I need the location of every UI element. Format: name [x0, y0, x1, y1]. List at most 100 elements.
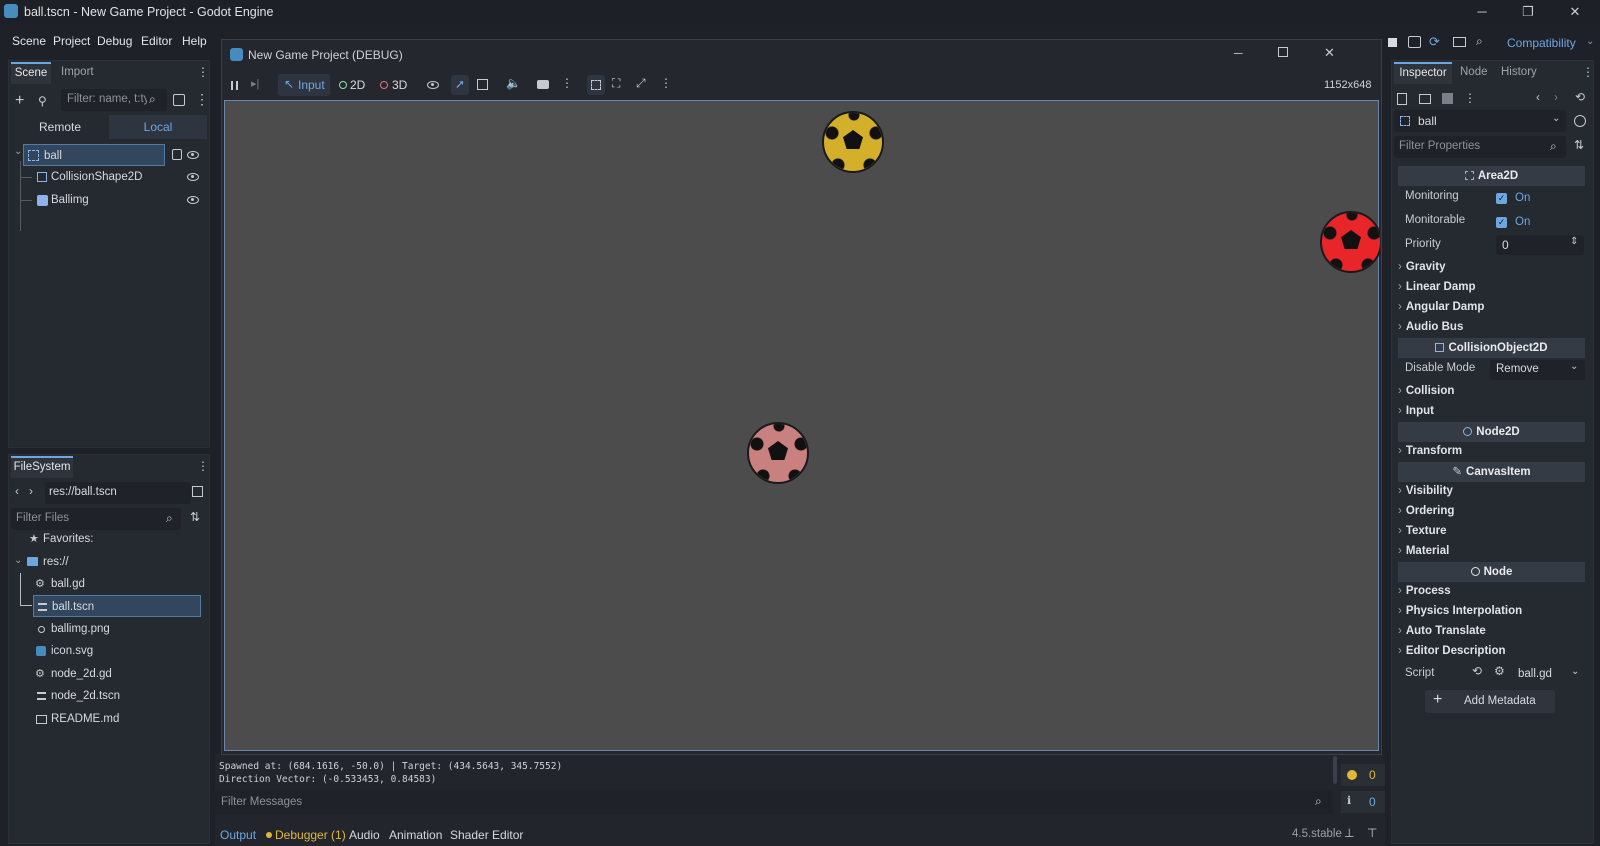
property-filter-input[interactable]: Filter Properties ⌕ — [1394, 136, 1566, 158]
file-node-2d-gd[interactable]: ⚙ node_2d.gd — [33, 663, 201, 685]
dock-menu-icon[interactable]: ⋮ — [197, 459, 209, 473]
expand-panel-icon[interactable]: ⊤ — [1367, 826, 1377, 840]
category-area2d[interactable]: Area2D — [1398, 166, 1585, 186]
speaker-icon[interactable]: 🔈 — [506, 76, 521, 90]
path-field[interactable]: res://ball.tscn — [45, 482, 191, 504]
history-icon[interactable]: ⟲ — [1575, 90, 1585, 104]
visibility-eye-icon[interactable] — [187, 173, 199, 181]
scene-filter-input[interactable]: Filter: name, t:ty ⌕ — [61, 89, 167, 111]
menu-scene[interactable]: Scene — [12, 34, 46, 48]
section-transform[interactable]: Transform — [1398, 442, 1585, 461]
fullscreen-icon[interactable]: ⛶ — [612, 76, 620, 91]
tab-animation[interactable]: Animation — [389, 828, 442, 842]
mode-3d-button[interactable]: 3D — [392, 78, 407, 92]
section-input[interactable]: Input — [1398, 402, 1585, 421]
message-filter-input[interactable]: Filter Messages ⌕ — [215, 790, 1333, 814]
minimize-icon[interactable]: ─ — [1467, 2, 1497, 22]
pin-icon[interactable]: ⊥ — [1344, 826, 1354, 840]
tab-debugger[interactable]: Debugger (1) — [275, 828, 346, 842]
camera-icon[interactable] — [537, 80, 549, 89]
menu-project[interactable]: Project — [53, 34, 90, 48]
tab-import[interactable]: Import — [61, 66, 94, 78]
maximize-icon[interactable] — [1278, 47, 1288, 57]
renderer-select[interactable]: Compatibility — [1507, 36, 1576, 50]
pause-icon[interactable] — [231, 81, 238, 90]
visibility-eye-icon[interactable] — [427, 81, 439, 89]
forward-arrow-icon[interactable]: › — [29, 484, 33, 498]
minimize-icon[interactable]: ─ — [1234, 46, 1243, 60]
tab-node[interactable]: Node — [1460, 66, 1488, 78]
tab-inspector[interactable]: Inspector — [1394, 62, 1452, 84]
chevron-down-icon[interactable]: ⌄ — [1571, 666, 1579, 677]
disable-mode-select[interactable]: Remove ⌄ — [1490, 360, 1585, 380]
file-ball-gd[interactable]: ⚙ ball.gd — [33, 573, 201, 595]
errors-counter[interactable]: ℹ 0 — [1341, 791, 1385, 813]
section-linear-damp[interactable]: Linear Damp — [1398, 278, 1585, 297]
section-collision[interactable]: Collision — [1398, 382, 1585, 401]
section-ordering[interactable]: Ordering — [1398, 502, 1585, 521]
tab-scene[interactable]: Scene — [11, 62, 51, 84]
collapse-arrow-icon[interactable]: ⌄ — [14, 146, 22, 157]
add-node-icon[interactable]: + — [15, 92, 24, 110]
section-editor-description[interactable]: Editor Description — [1398, 642, 1585, 661]
priority-spinbox[interactable]: 0 ⇕ — [1496, 235, 1584, 255]
more-icon[interactable]: ⋮ — [561, 76, 573, 90]
reload-icon[interactable]: ⟳ — [1429, 34, 1440, 50]
local-button[interactable]: Local — [109, 115, 207, 139]
next-frame-icon[interactable]: ▸| — [251, 77, 259, 90]
visibility-eye-icon[interactable] — [187, 151, 199, 159]
mode-2d-button[interactable]: 2D — [350, 78, 365, 92]
zoom-icon[interactable]: ⌕ — [1476, 34, 1483, 49]
gear-icon[interactable]: ⚙ — [1494, 664, 1505, 678]
close-icon[interactable]: ✕ — [1324, 45, 1335, 61]
tab-history[interactable]: History — [1501, 66, 1537, 78]
split-view-icon[interactable] — [192, 486, 203, 497]
category-node[interactable]: Node — [1398, 562, 1585, 582]
section-gravity[interactable]: Gravity — [1398, 258, 1585, 277]
attached-script-icon[interactable] — [172, 149, 182, 160]
sort-icon[interactable]: ⇅ — [190, 510, 200, 524]
remote-button[interactable]: Remote — [11, 115, 109, 139]
game-viewport[interactable] — [224, 100, 1380, 751]
dock-menu-icon[interactable]: ⋮ — [1582, 65, 1594, 79]
object-settings-icon[interactable] — [1574, 115, 1586, 127]
more-icon[interactable]: ⋮ — [1464, 91, 1476, 105]
tree-node-ballimg[interactable]: Ballimg — [33, 189, 173, 211]
select-tool-button[interactable]: ➚ — [451, 75, 469, 95]
favorites-row[interactable]: ★ Favorites: — [29, 528, 199, 550]
output-scrollbar[interactable] — [1333, 756, 1337, 784]
section-angular-damp[interactable]: Angular Damp — [1398, 298, 1585, 317]
more-icon[interactable]: ⋮ — [660, 76, 672, 90]
script-icon[interactable] — [173, 94, 185, 106]
stop-icon[interactable] — [1388, 38, 1397, 47]
category-collisionobject2d[interactable]: CollisionObject2D — [1398, 338, 1585, 358]
new-resource-icon[interactable] — [1397, 93, 1407, 105]
tree-node-collisionshape2d[interactable]: CollisionShape2D — [33, 166, 173, 188]
filter-options-icon[interactable]: ⇅ — [1574, 138, 1584, 152]
visibility-eye-icon[interactable] — [187, 196, 199, 204]
forward-arrow-icon[interactable]: › — [1554, 90, 1558, 104]
menu-debug[interactable]: Debug — [97, 34, 132, 48]
input-mode-button[interactable]: ↖ Input — [278, 74, 330, 96]
menu-help[interactable]: Help — [182, 34, 207, 48]
section-texture[interactable]: Texture — [1398, 522, 1585, 541]
section-physics-interpolation[interactable]: Physics Interpolation — [1398, 602, 1585, 621]
back-arrow-icon[interactable]: ‹ — [1536, 90, 1540, 104]
add-metadata-button[interactable]: + Add Metadata — [1425, 690, 1555, 713]
object-selector[interactable]: ball ⌄ — [1394, 110, 1566, 132]
section-process[interactable]: Process — [1398, 582, 1585, 601]
tab-filesystem[interactable]: FileSystem — [11, 456, 73, 478]
chevron-down-icon[interactable]: ⌄ — [1586, 36, 1594, 47]
file-ballimg-png[interactable]: ballimg.png — [33, 618, 201, 640]
back-arrow-icon[interactable]: ‹ — [15, 484, 19, 498]
dock-menu-icon[interactable]: ⋮ — [197, 65, 209, 79]
section-auto-translate[interactable]: Auto Translate — [1398, 622, 1585, 641]
file-readme-md[interactable]: README.md — [33, 708, 201, 730]
category-canvasitem[interactable]: ✎ CanvasItem — [1398, 462, 1585, 482]
open-folder-icon[interactable] — [1419, 94, 1431, 104]
list-select-icon[interactable] — [477, 79, 488, 90]
tree-node-ball[interactable]: ball — [23, 144, 165, 166]
collapse-arrow-icon[interactable]: ⌄ — [14, 555, 22, 566]
tab-shader-editor[interactable]: Shader Editor — [450, 828, 523, 842]
category-node2d[interactable]: Node2D — [1398, 422, 1585, 442]
